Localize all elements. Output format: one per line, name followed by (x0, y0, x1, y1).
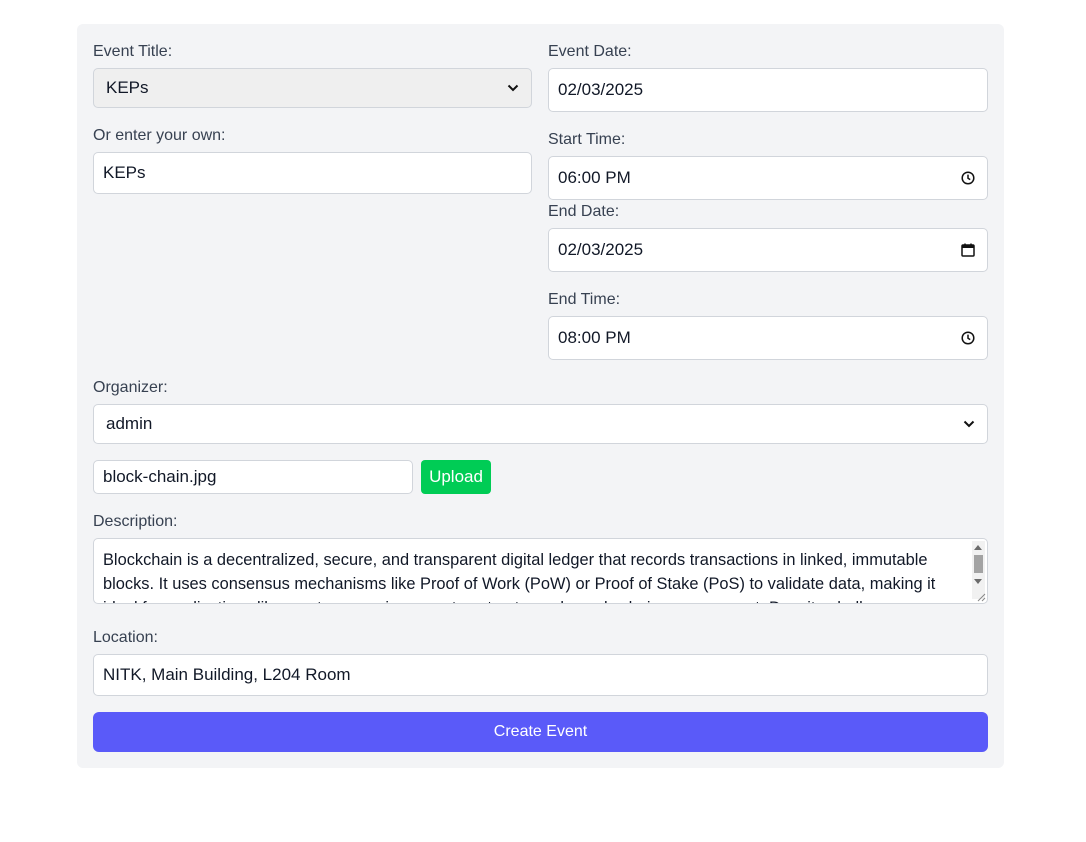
event-date-input[interactable]: 02/03/2025 (548, 68, 988, 112)
custom-title-label: Or enter your own: (93, 127, 226, 144)
organizer-label: Organizer: (93, 379, 168, 396)
end-time-label: End Time: (548, 291, 621, 308)
scroll-up-icon[interactable] (974, 545, 982, 550)
event-date-label: Event Date: (548, 43, 632, 60)
event-date-value: 02/03/2025 (558, 80, 644, 99)
create-event-form: Event Title: KEPs Or enter your own: KEP… (77, 24, 1004, 768)
description-label: Description: (93, 513, 178, 530)
description-scrollbar[interactable] (972, 541, 985, 599)
end-date-input[interactable]: 02/03/2025 (548, 228, 988, 272)
clock-icon[interactable] (961, 331, 975, 345)
upload-button[interactable]: Upload (421, 460, 491, 494)
end-time-input[interactable]: 08:00 PM (548, 316, 988, 360)
chevron-down-icon (507, 84, 519, 92)
event-title-selected: KEPs (106, 78, 149, 97)
organizer-select[interactable]: admin (93, 404, 988, 444)
end-time-value: 08:00 PM (558, 328, 631, 347)
description-textarea[interactable]: Blockchain is a decentralized, secure, a… (93, 538, 988, 604)
custom-title-value: KEPs (103, 163, 146, 182)
image-filename-input[interactable]: block-chain.jpg (93, 460, 413, 494)
clock-icon[interactable] (961, 171, 975, 185)
description-text: Blockchain is a decentralized, secure, a… (103, 551, 936, 603)
calendar-icon[interactable] (961, 243, 975, 257)
resize-grip-icon[interactable] (976, 592, 986, 602)
end-date-value: 02/03/2025 (558, 240, 644, 259)
custom-title-input[interactable]: KEPs (93, 152, 532, 194)
location-value: NITK, Main Building, L204 Room (103, 665, 351, 684)
start-time-value: 06:00 PM (558, 168, 631, 187)
event-title-label: Event Title: (93, 43, 173, 60)
start-time-label: Start Time: (548, 131, 626, 148)
start-time-input[interactable]: 06:00 PM (548, 156, 988, 200)
organizer-selected: admin (106, 414, 153, 433)
event-title-select[interactable]: KEPs (93, 68, 532, 108)
location-input[interactable]: NITK, Main Building, L204 Room (93, 654, 988, 696)
location-label: Location: (93, 629, 158, 646)
scroll-down-icon[interactable] (974, 579, 982, 584)
image-filename-value: block-chain.jpg (103, 467, 217, 486)
scroll-thumb[interactable] (974, 555, 983, 573)
chevron-down-icon (963, 420, 975, 428)
end-date-label: End Date: (548, 203, 620, 220)
create-event-button[interactable]: Create Event (93, 712, 988, 752)
